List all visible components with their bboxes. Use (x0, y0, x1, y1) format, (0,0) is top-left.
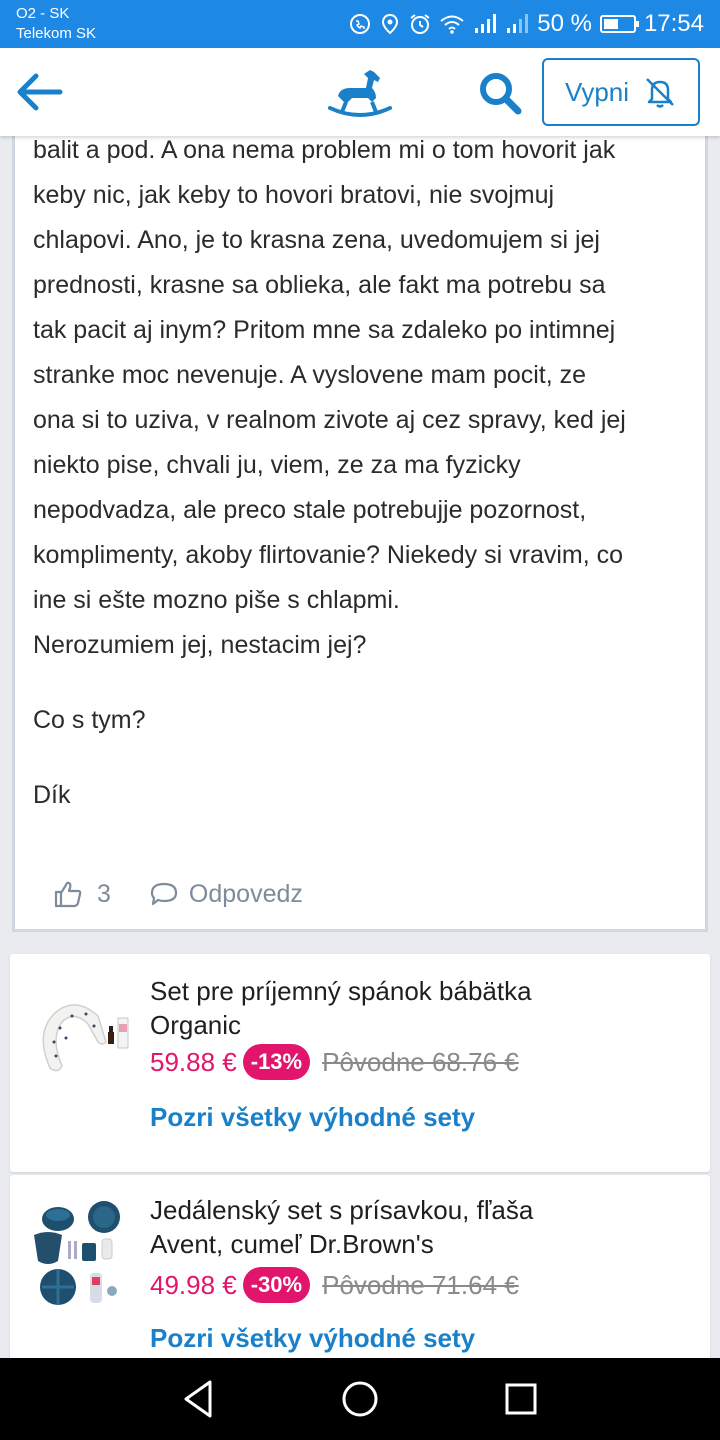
carrier-line-2: Telekom SK (16, 25, 97, 42)
post-card: balit a pod. A ona nema problem mi o tom… (12, 120, 708, 932)
product-card[interactable]: Set pre príjemný spánok bábätka Organic … (10, 954, 710, 1172)
alarm-icon (410, 14, 430, 34)
post-line: nepodvadza, ale preco stale potrebujje p… (33, 496, 587, 524)
post-line: prednosti, krasne sa oblieka, ale fakt m… (33, 271, 606, 299)
post-closing: Dík (33, 781, 71, 809)
product-title-line: Avent, cumeľ Dr.Brown's (150, 1229, 434, 1259)
post-line: keby nic, jak keby to hovori bratovi, ni… (33, 181, 555, 209)
triangle-back-icon[interactable] (178, 1378, 220, 1420)
system-nav-bar (0, 1358, 720, 1440)
battery-percent: 50 % (537, 10, 592, 37)
post-line: Nerozumiem jej, nestacim jej? (33, 631, 367, 659)
post-question: Co s tym? (33, 706, 146, 734)
square-recents-icon[interactable] (500, 1378, 542, 1420)
product-price: 49.98 € (150, 1269, 237, 1300)
view-deals-link[interactable]: Pozri všetky výhodné sety (150, 1323, 475, 1354)
mute-label: Vypni (564, 76, 630, 107)
original-price: Pôvodne 68.76 € (322, 1046, 519, 1077)
post-line: tak pacit aj inym? Pritom mne sa zdaleko… (33, 316, 616, 344)
discount-badge: -13% (242, 1044, 311, 1080)
thumbs-up-icon (54, 881, 82, 908)
speech-bubble-icon (150, 882, 178, 906)
product-price-row: 49.98 € -30% Pôvodne 71.64 € (150, 1265, 519, 1305)
like-button[interactable]: 3 (53, 879, 111, 909)
product-card[interactable]: Jedálenský set s prísavkou, fľaša Avent,… (10, 1175, 710, 1365)
battery-fill (603, 19, 618, 29)
clock: 17:54 (643, 10, 704, 37)
product-title: Jedálenský set s prísavkou, fľaša Avent,… (150, 1193, 670, 1261)
circle-home-icon[interactable] (339, 1378, 381, 1420)
status-bar: O2 - SK Telekom SK 50 % 17:54 (0, 0, 720, 48)
post-actions: 3 Odpovedz (53, 872, 303, 916)
mute-notifications-button[interactable]: Vypni (542, 58, 700, 126)
status-icons: 50 % 17:54 (349, 8, 704, 40)
bell-off-icon (646, 78, 674, 108)
product-title-line: Set pre príjemný spánok bábätka (150, 976, 532, 1006)
product-title-line: Jedálenský set s prísavkou, fľaša (150, 1195, 534, 1225)
view-deals-link[interactable]: Pozri všetky výhodné sety (150, 1102, 475, 1133)
post-body: balit a pod. A ona nema problem mi o tom… (33, 128, 693, 818)
arrow-left-icon (17, 73, 63, 111)
discount-badge: -30% (242, 1267, 311, 1303)
battery-icon (599, 15, 639, 33)
reply-button[interactable]: Odpovedz (149, 880, 303, 909)
wifi-icon (440, 15, 464, 34)
like-count: 3 (97, 879, 111, 908)
back-button[interactable] (14, 70, 66, 114)
search-icon (480, 73, 522, 115)
rocking-horse-icon (328, 70, 392, 117)
search-button[interactable] (476, 70, 528, 116)
reply-label: Odpovedz (188, 879, 303, 908)
original-price: Pôvodne 71.64 € (322, 1269, 519, 1300)
product-title: Set pre príjemný spánok bábätka Organic (150, 974, 670, 1042)
post-line: ine si ešte mozno piše s chlapmi. (33, 586, 400, 614)
hd-call-icon (350, 14, 371, 34)
signal-icon (507, 14, 529, 33)
product-price-row: 59.88 € -13% Pôvodne 68.76 € (150, 1042, 519, 1082)
nursing-pillow-image (42, 1004, 129, 1072)
app-bar: Vypni (0, 48, 720, 136)
carrier-line-1: O2 - SK (16, 5, 70, 22)
product-title-line: Organic (150, 1010, 242, 1040)
site-logo[interactable] (328, 62, 392, 126)
post-line: komplimenty, akoby flirtovanie? Niekedy … (33, 541, 624, 569)
feeding-set-image (34, 1201, 120, 1305)
product-price: 59.88 € (150, 1046, 237, 1077)
post-line: niekto pise, chvali ju, viem, ze za ma f… (33, 451, 521, 479)
post-line: stranke moc nevenuje. A vyslovene mam po… (33, 361, 587, 389)
location-icon (382, 13, 399, 35)
signal-icon (475, 14, 497, 33)
carrier-info: O2 - SK Telekom SK (16, 4, 96, 44)
post-line: ona si to uziva, v realnom zivote aj cez… (33, 406, 626, 434)
post-line: chlapovi. Ano, je to krasna zena, uvedom… (33, 226, 600, 254)
